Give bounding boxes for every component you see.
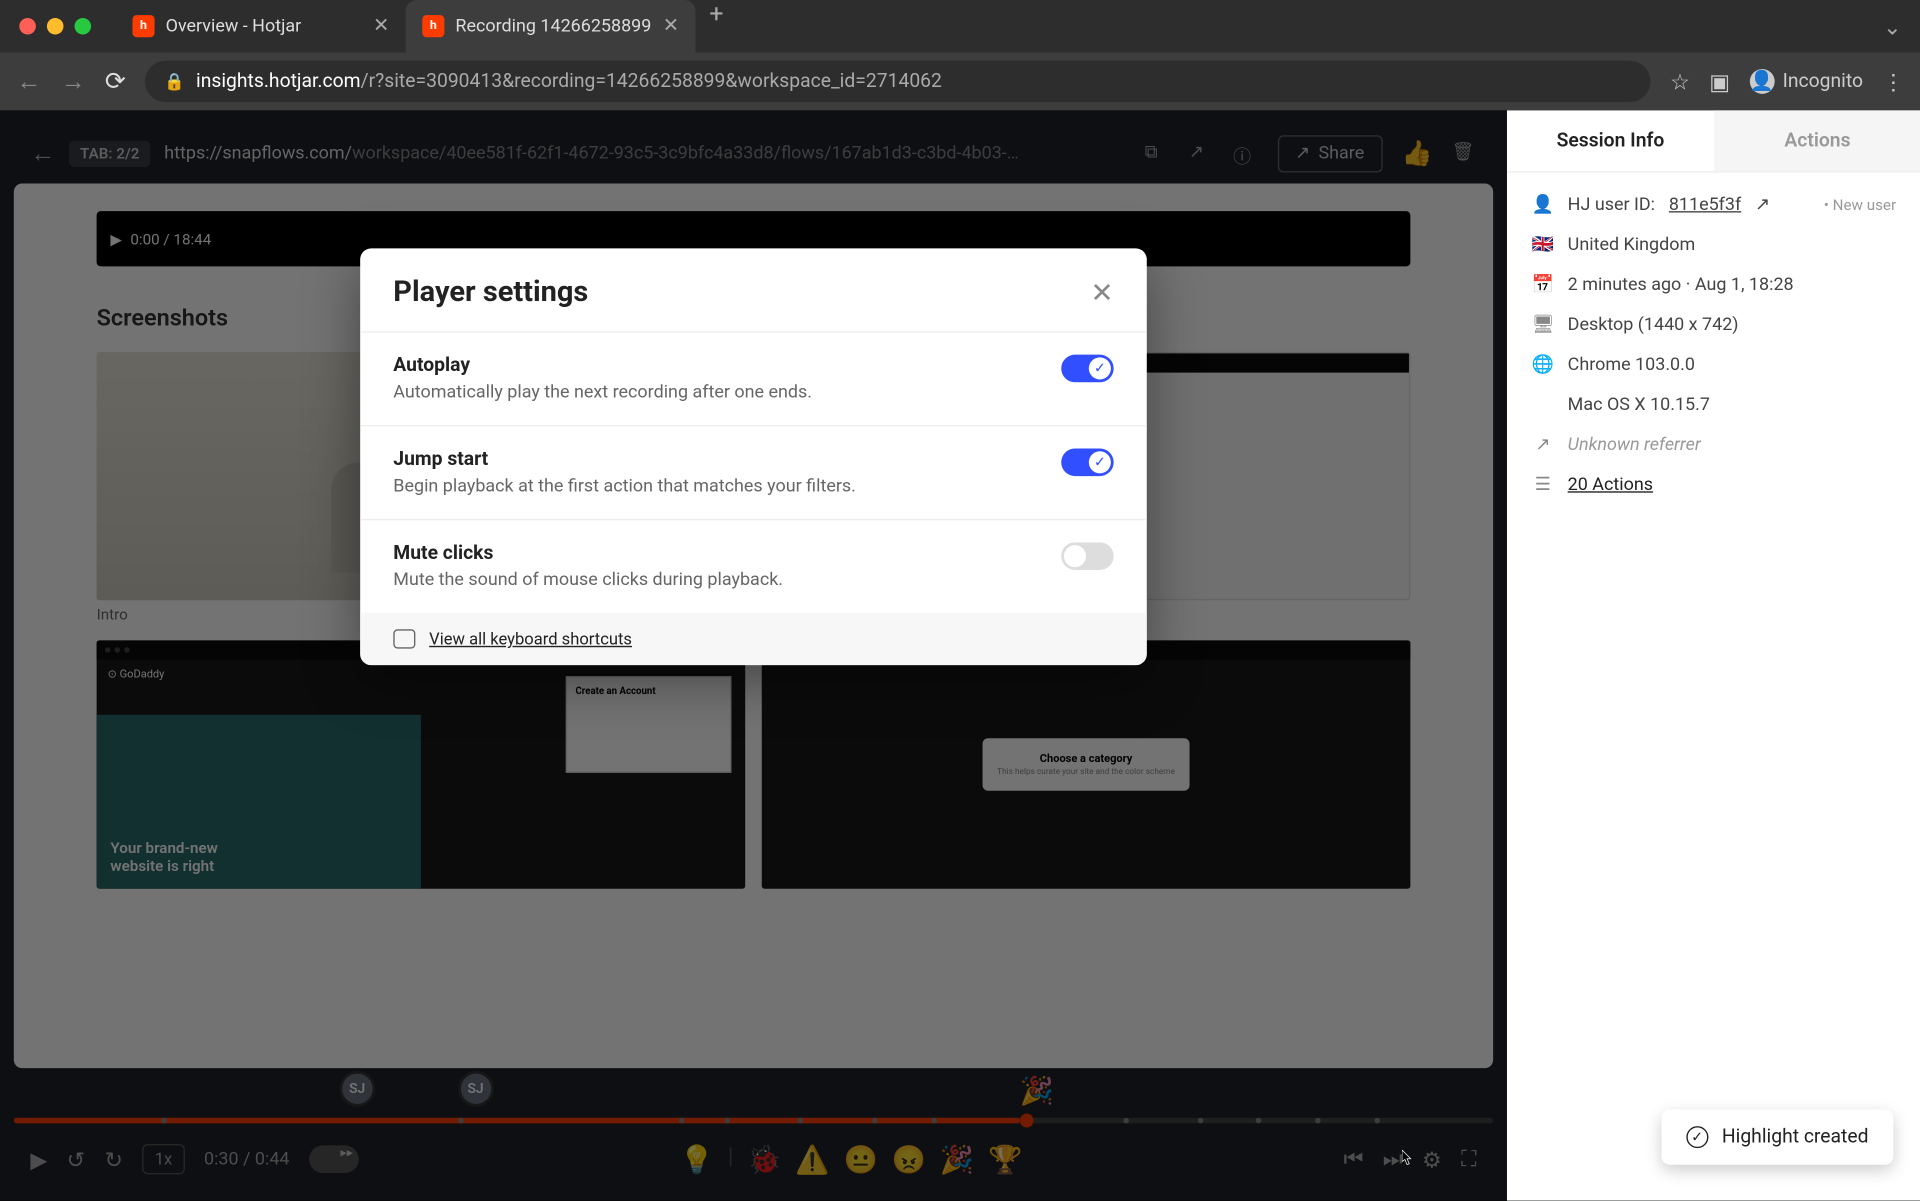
keyboard-shortcuts-link[interactable]: View all keyboard shortcuts: [429, 629, 632, 648]
toolbar-actions: ☆ ▣ 👤 Incognito ⋮: [1670, 68, 1904, 94]
url-text: insights.hotjar.com/r?site=3090413&recor…: [196, 70, 942, 92]
actions-link[interactable]: 20 Actions: [1568, 475, 1653, 496]
time-row: 📅 2 minutes ago · Aug 1, 18:28: [1532, 275, 1896, 296]
calendar-icon: 📅: [1532, 275, 1554, 296]
user-id-row: 👤 HJ user ID: 811e5f3f ↗ • New user: [1532, 195, 1896, 216]
player-settings-modal: Player settings ✕ Autoplay Automatically…: [360, 248, 1147, 665]
sidebar-tabs: Session Info Actions: [1507, 110, 1920, 172]
modal-footer: View all keyboard shortcuts: [360, 613, 1147, 665]
flag-icon: 🇬🇧: [1532, 235, 1554, 256]
desktop-icon: 🖥: [1532, 315, 1554, 336]
maximize-window-button[interactable]: [75, 18, 92, 35]
minimize-window-button[interactable]: [47, 18, 64, 35]
highlight-created-toast: ✓ Highlight created: [1661, 1110, 1893, 1165]
list-icon: ☰: [1532, 475, 1554, 496]
browser-row: 🌐 Chrome 103.0.0: [1532, 355, 1896, 376]
new-tab-button[interactable]: +: [696, 0, 738, 52]
setting-mute-clicks: Mute clicks Mute the sound of mouse clic…: [360, 519, 1147, 613]
tab-actions[interactable]: Actions: [1714, 110, 1920, 171]
incognito-icon: 👤: [1749, 69, 1774, 94]
modal-close-icon[interactable]: ✕: [1091, 276, 1114, 309]
keyboard-icon: [393, 629, 415, 648]
setting-title: Jump start: [393, 449, 1033, 471]
session-info-panel: 👤 HJ user ID: 811e5f3f ↗ • New user 🇬🇧 U…: [1507, 173, 1920, 518]
window-chrome: h Overview - Hotjar ✕ h Recording 142662…: [0, 0, 1920, 52]
window-menu-chevron-icon[interactable]: ⌄: [1883, 13, 1902, 39]
modal-title: Player settings: [393, 276, 588, 309]
tab-title: Recording 14266258899: [455, 16, 651, 37]
chrome-icon: 🌐: [1532, 355, 1554, 376]
referrer-row: ↗ Unknown referrer: [1532, 435, 1896, 456]
open-external-icon[interactable]: ↗: [1755, 195, 1770, 216]
reload-button[interactable]: ⟳: [105, 67, 126, 96]
lock-icon: 🔒: [164, 72, 185, 91]
setting-title: Autoplay: [393, 355, 1033, 377]
bookmark-icon[interactable]: ☆: [1670, 68, 1690, 94]
tab-title: Overview - Hotjar: [166, 16, 302, 37]
setting-desc: Begin playback at the first action that …: [393, 476, 1033, 497]
player-area: ← TAB: 2/2 https://snapflows.com/workspa…: [0, 110, 1507, 1200]
close-tab-icon[interactable]: ✕: [373, 15, 389, 37]
browser-tab-overview[interactable]: h Overview - Hotjar ✕: [116, 0, 406, 52]
url-field[interactable]: 🔒 insights.hotjar.com/r?site=3090413&rec…: [145, 61, 1651, 102]
link-icon: ↗: [1532, 435, 1554, 456]
device-row: 🖥 Desktop (1440 x 742): [1532, 315, 1896, 336]
device-label: Desktop (1440 x 742): [1568, 315, 1739, 336]
back-button[interactable]: ←: [17, 67, 42, 96]
close-tab-icon[interactable]: ✕: [663, 15, 679, 37]
extensions-icon[interactable]: ▣: [1709, 68, 1730, 94]
os-row: Mac OS X 10.15.7: [1532, 395, 1896, 416]
new-user-badge: • New user: [1824, 196, 1896, 214]
browser-tab-recording[interactable]: h Recording 14266258899 ✕: [406, 0, 696, 52]
setting-jump-start: Jump start Begin playback at the first a…: [360, 425, 1147, 519]
forward-button[interactable]: →: [61, 67, 86, 96]
incognito-label: Incognito: [1783, 70, 1863, 92]
browser-menu-icon[interactable]: ⋮: [1882, 68, 1904, 94]
country-label: United Kingdom: [1568, 235, 1696, 256]
user-id-link[interactable]: 811e5f3f: [1669, 195, 1741, 216]
setting-desc: Mute the sound of mouse clicks during pl…: [393, 570, 1033, 591]
tab-session-info[interactable]: Session Info: [1507, 110, 1714, 171]
sidebar: Session Info Actions 👤 HJ user ID: 811e5…: [1507, 110, 1920, 1200]
app-root: ← TAB: 2/2 https://snapflows.com/workspa…: [0, 110, 1920, 1200]
mute-clicks-toggle[interactable]: [1061, 542, 1113, 570]
close-window-button[interactable]: [19, 18, 36, 35]
session-time: 2 minutes ago · Aug 1, 18:28: [1568, 275, 1794, 296]
autoplay-toggle[interactable]: ✓: [1061, 355, 1113, 383]
browser-tabs: h Overview - Hotjar ✕ h Recording 142662…: [116, 0, 737, 52]
user-id-label: HJ user ID:: [1568, 195, 1655, 216]
browser-label: Chrome 103.0.0: [1568, 355, 1695, 376]
toast-text: Highlight created: [1722, 1126, 1869, 1148]
actions-row: ☰ 20 Actions: [1532, 475, 1896, 496]
setting-title: Mute clicks: [393, 542, 1033, 564]
hotjar-favicon: h: [422, 15, 444, 37]
country-row: 🇬🇧 United Kingdom: [1532, 235, 1896, 256]
os-label: Mac OS X 10.15.7: [1568, 395, 1710, 416]
hotjar-favicon: h: [132, 15, 154, 37]
referrer-label: Unknown referrer: [1568, 435, 1701, 456]
traffic-lights: [19, 18, 91, 35]
setting-autoplay: Autoplay Automatically play the next rec…: [360, 331, 1147, 425]
check-circle-icon: ✓: [1686, 1126, 1708, 1148]
modal-header: Player settings ✕: [360, 248, 1147, 331]
incognito-badge[interactable]: 👤 Incognito: [1749, 69, 1863, 94]
browser-toolbar: ← → ⟳ 🔒 insights.hotjar.com/r?site=30904…: [0, 52, 1920, 110]
setting-desc: Automatically play the next recording af…: [393, 382, 1033, 403]
user-icon: 👤: [1532, 195, 1554, 216]
jump-start-toggle[interactable]: ✓: [1061, 449, 1113, 477]
